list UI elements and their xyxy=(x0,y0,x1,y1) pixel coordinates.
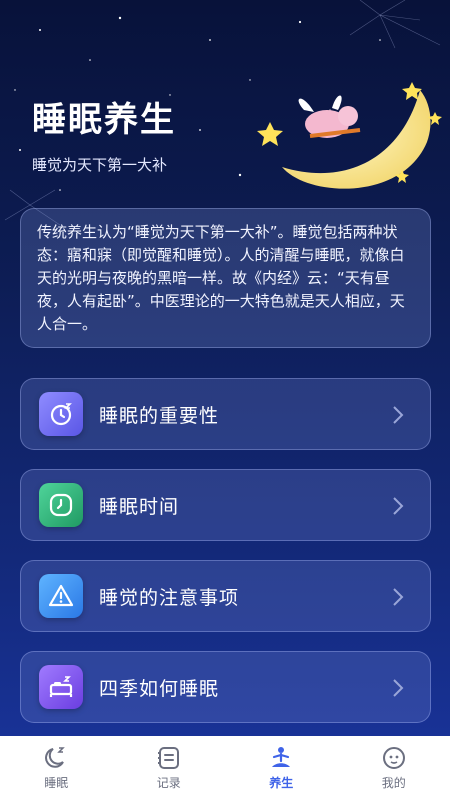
menu-item-label: 睡眠的重要性 xyxy=(99,404,220,427)
header: 睡眠养生 xyxy=(32,92,176,141)
page-subtitle: 睡觉为天下第一大补 xyxy=(32,156,168,174)
bottom-tab-bar: 睡眠 记录 养生 我的 xyxy=(0,736,450,800)
tab-label: 我的 xyxy=(381,776,406,790)
record-list-icon xyxy=(157,747,179,769)
menu-item-sleep-time[interactable]: 睡眠时间 xyxy=(20,469,431,541)
tab-label: 睡眠 xyxy=(44,776,69,790)
warning-icon xyxy=(39,574,83,618)
bed-icon xyxy=(39,665,83,709)
tab-label: 记录 xyxy=(156,776,181,790)
page-title: 睡眠养生 xyxy=(32,100,176,140)
menu-item-sleep-precautions[interactable]: 睡觉的注意事项 xyxy=(20,560,431,632)
chevron-right-icon xyxy=(393,679,404,697)
tab-sleep[interactable]: 睡眠 xyxy=(0,736,113,800)
sleep-moon-icon xyxy=(45,747,66,768)
menu-item-label: 睡眠时间 xyxy=(99,495,180,518)
profile-face-icon xyxy=(382,747,405,769)
intro-card: 传统养生认为“睡觉为天下第一大补”。睡觉包括两种状态：寤和寐（即觉醒和睡觉）。人… xyxy=(20,208,431,348)
moon-illustration xyxy=(257,82,442,189)
moon-clock-icon xyxy=(39,392,83,436)
menu-item-seasonal-sleep[interactable]: 四季如何睡眠 xyxy=(20,651,431,723)
tab-label: 养生 xyxy=(269,776,294,790)
clock-icon xyxy=(39,483,83,527)
tab-profile[interactable]: 我的 xyxy=(338,736,450,800)
tab-record[interactable]: 记录 xyxy=(113,736,226,800)
tab-health[interactable]: 养生 xyxy=(225,736,338,800)
menu-item-label: 睡觉的注意事项 xyxy=(99,586,240,609)
chevron-right-icon xyxy=(393,406,404,424)
chevron-right-icon xyxy=(393,497,404,515)
menu-item-label: 四季如何睡眠 xyxy=(99,677,220,700)
chevron-right-icon xyxy=(393,588,404,606)
menu-item-sleep-importance[interactable]: 睡眠的重要性 xyxy=(20,378,431,450)
meditation-icon xyxy=(272,747,291,767)
